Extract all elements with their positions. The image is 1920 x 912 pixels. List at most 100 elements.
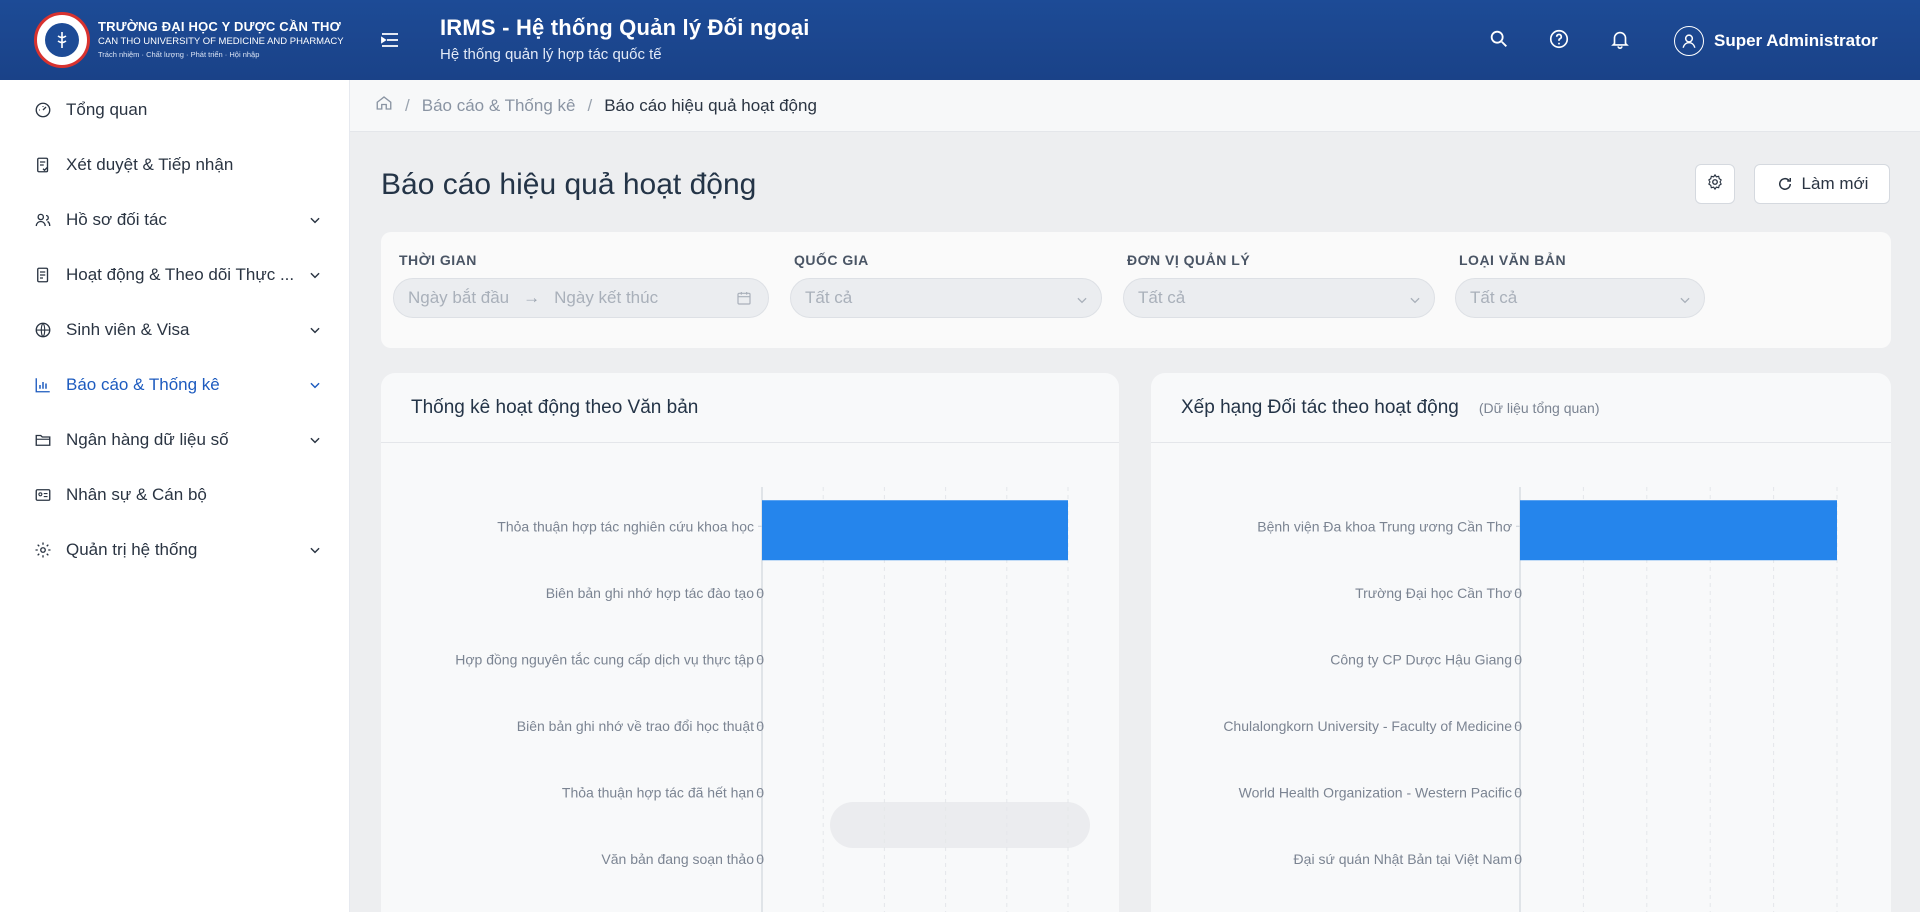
- value-label: 0: [756, 651, 764, 667]
- gear-icon: [1706, 173, 1724, 196]
- sidebar-item-label: Hoạt động & Theo dõi Thực ...: [66, 264, 295, 284]
- logo-name-vi: TRƯỜNG ĐẠI HỌC Y DƯỢC CẦN THƠ: [98, 19, 341, 35]
- value-label: 0: [1514, 585, 1522, 601]
- data-bar: [762, 500, 1068, 561]
- category-label: Hợp đồng nguyên tắc cung cấp dịch vụ thự…: [455, 651, 754, 667]
- date-range-picker[interactable]: Ngày bắt đầu → Ngày kết thúc: [393, 278, 769, 318]
- category-label: Chulalongkorn University - Faculty of Me…: [1223, 718, 1512, 734]
- sidebar-item-staff[interactable]: Nhân sự & Cán bộ: [0, 467, 349, 522]
- value-label: 0: [756, 784, 764, 800]
- sidebar-item-label: Hồ sơ đối tác: [66, 209, 167, 229]
- doctype-select[interactable]: Tất cả: [1455, 278, 1705, 318]
- country-select[interactable]: Tất cả: [790, 278, 1102, 318]
- data-bar: [1520, 500, 1837, 561]
- value-label: 0: [1514, 851, 1522, 867]
- user-menu[interactable]: Super Administrator: [1674, 26, 1878, 56]
- globe-icon: [34, 321, 52, 339]
- refresh-label: Làm mới: [1801, 174, 1869, 193]
- end-date-input[interactable]: Ngày kết thúc: [554, 288, 658, 308]
- logo-motto: Trách nhiệm · Chất lượng · Phát triển · …: [98, 50, 260, 60]
- category-label: Thỏa thuận hợp tác đã hết hạn: [562, 784, 754, 800]
- chevron-down-icon: [308, 377, 322, 391]
- country-select-value: Tất cả: [805, 288, 853, 307]
- value-label: 0: [756, 851, 764, 867]
- chevron-down-icon: [1075, 292, 1089, 306]
- category-label: Biên bản ghi nhớ về trao đổi học thuật: [517, 718, 754, 734]
- loading-toast: [830, 802, 1090, 848]
- user-avatar-icon: [1674, 26, 1704, 56]
- sidebar-item-data-bank[interactable]: Ngân hàng dữ liệu số: [0, 412, 349, 467]
- bell-icon[interactable]: [1609, 28, 1631, 50]
- sidebar-item-label: Quản trị hệ thống: [66, 539, 198, 559]
- breadcrumb-parent[interactable]: Báo cáo & Thống kê: [422, 96, 576, 116]
- sidebar-item-label: Ngân hàng dữ liệu số: [66, 429, 229, 449]
- filter-country-label: QUỐC GIA: [794, 252, 869, 268]
- unit-select[interactable]: Tất cả: [1123, 278, 1435, 318]
- category-label: Công ty CP Dược Hậu Giang: [1330, 651, 1512, 667]
- main-content: / Báo cáo & Thống kê / Báo cáo hiệu quả …: [350, 80, 1920, 912]
- sidebar: Tổng quan Xét duyệt & Tiếp nhận Hồ sơ đố…: [0, 80, 350, 912]
- category-label: Bệnh viện Đa khoa Trung ương Cần Thơ: [1257, 518, 1512, 534]
- university-logo[interactable]: TRƯỜNG ĐẠI HỌC Y DƯỢC CẦN THƠ CAN THO UN…: [0, 0, 350, 80]
- arrow-right-icon: →: [523, 288, 541, 307]
- value-label: 0: [756, 585, 764, 601]
- chevron-down-icon: [308, 322, 322, 336]
- card-title: Thống kê hoạt động theo Văn bản: [411, 396, 699, 418]
- page-title: Báo cáo hiệu quả hoạt động: [381, 168, 757, 201]
- sidebar-item-reports[interactable]: Báo cáo & Thống kê: [0, 357, 349, 412]
- calendar-icon: [736, 290, 752, 306]
- chevron-down-icon: [308, 542, 322, 556]
- sidebar-item-label: Báo cáo & Thống kê: [66, 374, 220, 394]
- chevron-down-icon: [1678, 292, 1692, 306]
- refresh-icon: [1778, 177, 1791, 190]
- value-label: 0: [1514, 718, 1522, 734]
- breadcrumb: / Báo cáo & Thống kê / Báo cáo hiệu quả …: [350, 80, 1920, 132]
- card-subtitle: (Dữ liệu tổng quan): [1478, 399, 1600, 416]
- user-name: Super Administrator: [1714, 31, 1878, 50]
- app-subtitle: Hệ thống quản lý hợp tác quốc tế: [440, 46, 662, 63]
- breadcrumb-separator: /: [405, 95, 410, 115]
- folder-icon: [34, 431, 52, 449]
- menu-fold-icon[interactable]: [378, 28, 402, 52]
- breadcrumb-current: Báo cáo hiệu quả hoạt động: [604, 95, 817, 115]
- sidebar-item-label: Xét duyệt & Tiếp nhận: [66, 154, 234, 174]
- sidebar-item-label: Tổng quan: [66, 99, 148, 119]
- sidebar-item-overview[interactable]: Tổng quan: [0, 82, 349, 137]
- category-label: Trường Đại học Cần Thơ: [1355, 585, 1512, 601]
- partner-ranking-chart: Bệnh viện Đa khoa Trung ương Cần Thơ Trườ…: [1223, 487, 1838, 912]
- sidebar-item-partners[interactable]: Hồ sơ đối tác: [0, 192, 349, 247]
- start-date-input[interactable]: Ngày bắt đầu: [408, 288, 509, 308]
- category-label: World Health Organization - Western Paci…: [1239, 784, 1512, 800]
- chevron-down-icon: [308, 267, 322, 281]
- sidebar-item-students-visa[interactable]: Sinh viên & Visa: [0, 302, 349, 357]
- breadcrumb-separator: /: [587, 95, 593, 115]
- refresh-button[interactable]: Làm mới: [1754, 164, 1890, 204]
- settings-button[interactable]: [1695, 164, 1735, 204]
- logo-name-en: CAN THO UNIVERSITY OF MEDICINE AND PHARM…: [98, 36, 344, 48]
- app-title: IRMS - Hệ thống Quản lý Đối ngoại: [440, 15, 810, 40]
- value-label: 0: [1514, 651, 1522, 667]
- category-label: Đại sứ quán Nhật Bản tại Việt Nam: [1294, 851, 1512, 867]
- approval-icon: [34, 156, 52, 174]
- gear-icon: [34, 541, 52, 559]
- sidebar-item-activities[interactable]: Hoạt động & Theo dõi Thực ...: [0, 247, 349, 302]
- help-icon[interactable]: [1548, 28, 1570, 50]
- sidebar-item-label: Sinh viên & Visa: [66, 319, 190, 339]
- category-label: Biên bản ghi nhớ hợp tác đào tạo: [546, 585, 755, 601]
- sidebar-item-label: Nhân sự & Cán bộ: [66, 484, 207, 504]
- chevron-down-icon: [308, 212, 322, 226]
- dashboard-icon: [34, 101, 52, 119]
- id-card-icon: [34, 486, 52, 504]
- sidebar-item-system-admin[interactable]: Quản trị hệ thống: [0, 522, 349, 577]
- app-header: TRƯỜNG ĐẠI HỌC Y DƯỢC CẦN THƠ CAN THO UN…: [0, 0, 1920, 80]
- activity-icon: [34, 266, 52, 284]
- chevron-down-icon: [1408, 292, 1422, 306]
- value-label: 0: [756, 718, 764, 734]
- filter-time-label: THỜI GIAN: [399, 252, 477, 268]
- sidebar-item-approval[interactable]: Xét duyệt & Tiếp nhận: [0, 137, 349, 192]
- university-emblem-icon: [34, 12, 90, 68]
- filter-unit-label: ĐƠN VỊ QUẢN LÝ: [1127, 252, 1251, 268]
- search-icon[interactable]: [1488, 28, 1510, 50]
- home-icon[interactable]: [375, 94, 393, 117]
- category-label: Văn bản đang soạn thảo: [601, 851, 754, 867]
